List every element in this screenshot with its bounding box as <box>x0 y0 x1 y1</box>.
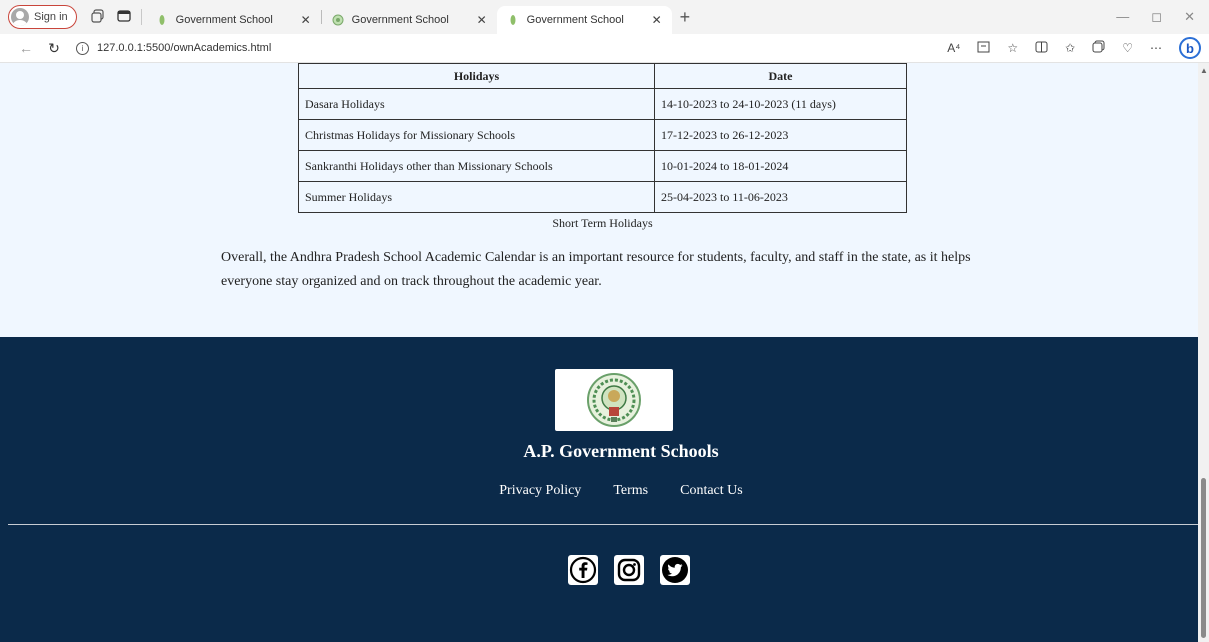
leaf-favicon-icon <box>156 14 168 26</box>
close-icon[interactable]: ✕ <box>652 13 662 27</box>
page-scrollbar[interactable]: ▲ <box>1198 63 1209 642</box>
tab-actions-icon[interactable] <box>111 9 137 25</box>
back-arrow-icon[interactable]: ← <box>12 40 40 56</box>
globe-favicon-icon <box>332 14 344 26</box>
instagram-icon[interactable] <box>614 555 644 585</box>
bing-copilot-icon[interactable]: b <box>1179 37 1201 59</box>
window-controls: — ◻ ✕ <box>1116 9 1209 25</box>
academics-content: Holidays Date Dasara Holidays 14-10-2023… <box>0 63 1198 337</box>
immersive-reader-icon[interactable] <box>977 41 990 56</box>
twitter-icon[interactable] <box>660 555 690 585</box>
scrollbar-thumb[interactable] <box>1201 478 1206 638</box>
holiday-date: 17-12-2023 to 26-12-2023 <box>654 119 907 151</box>
address-bar: ← ↻ i 127.0.0.1:5500/ownAcademics.html A… <box>0 34 1209 63</box>
collections-icon[interactable] <box>1092 40 1105 56</box>
ap-emblem-icon <box>587 373 641 427</box>
footer-links: Privacy Policy Terms Contact Us <box>0 483 1198 499</box>
maximize-icon[interactable]: ◻ <box>1151 9 1162 25</box>
scroll-up-arrow-icon[interactable]: ▲ <box>1200 66 1208 75</box>
table-header-row: Holidays Date <box>298 63 907 89</box>
tab-separator <box>140 9 142 25</box>
refresh-icon[interactable]: ↻ <box>40 40 68 57</box>
workspaces-icon[interactable] <box>85 8 111 26</box>
ap-emblem-logo <box>555 369 673 431</box>
holidays-table: Holidays Date Dasara Holidays 14-10-2023… <box>298 63 907 213</box>
privacy-policy-link[interactable]: Privacy Policy <box>499 483 581 499</box>
url-text[interactable]: 127.0.0.1:5500/ownAcademics.html <box>97 42 271 54</box>
page-viewport: Holidays Date Dasara Holidays 14-10-2023… <box>0 63 1198 642</box>
tab-title: Government School <box>351 14 449 26</box>
holiday-date: 10-01-2024 to 18-01-2024 <box>654 150 907 182</box>
column-header-date: Date <box>654 63 907 89</box>
facebook-icon[interactable] <box>568 555 598 585</box>
footer-org-name: A.P. Government Schools <box>523 441 719 461</box>
holiday-name: Sankranthi Holidays other than Missionar… <box>298 150 655 182</box>
avatar-icon <box>11 8 29 26</box>
contact-us-link[interactable]: Contact Us <box>680 483 743 499</box>
browser-essentials-icon[interactable]: ♡ <box>1122 41 1133 55</box>
address-bar-actions: A⁴ ☆ ✩ ♡ ⋯ b <box>947 37 1209 59</box>
browser-tab-bar: Sign in Government School ✕ Government S… <box>0 0 1209 34</box>
tab-title: Government School <box>526 14 624 26</box>
read-aloud-icon[interactable]: A⁴ <box>947 41 960 55</box>
holiday-name: Christmas Holidays for Missionary School… <box>298 119 655 151</box>
table-row: Sankranthi Holidays other than Missionar… <box>298 150 907 182</box>
new-tab-icon[interactable]: + <box>680 7 691 28</box>
holiday-name: Dasara Holidays <box>298 88 655 120</box>
terms-link[interactable]: Terms <box>613 483 648 499</box>
favorites-list-icon[interactable]: ✩ <box>1065 41 1075 55</box>
table-row: Christmas Holidays for Missionary School… <box>298 119 907 151</box>
table-caption: Short Term Holidays <box>552 216 653 230</box>
summary-paragraph: Overall, the Andhra Pradesh School Acade… <box>221 250 971 289</box>
holiday-name: Summer Holidays <box>298 181 655 213</box>
footer-divider <box>8 524 1198 525</box>
tab-government-school-3[interactable]: Government School ✕ <box>496 6 672 34</box>
close-icon[interactable]: ✕ <box>301 13 311 27</box>
more-options-icon[interactable]: ⋯ <box>1150 41 1162 55</box>
site-footer: A.P. Government Schools Privacy Policy T… <box>0 337 1198 642</box>
holiday-date: 25-04-2023 to 11-06-2023 <box>654 181 907 213</box>
tab-title: Government School <box>175 14 273 26</box>
leaf-favicon-icon <box>507 14 519 26</box>
tab-government-school-1[interactable]: Government School ✕ <box>146 6 321 34</box>
table-row: Dasara Holidays 14-10-2023 to 24-10-2023… <box>298 88 907 120</box>
table-row: Summer Holidays 25-04-2023 to 11-06-2023 <box>298 181 907 213</box>
split-screen-icon[interactable] <box>1035 41 1048 56</box>
tab-government-school-2[interactable]: Government School ✕ <box>322 6 497 34</box>
window-close-icon[interactable]: ✕ <box>1184 9 1195 25</box>
minimize-icon[interactable]: — <box>1116 9 1129 25</box>
favorite-star-icon[interactable]: ☆ <box>1007 41 1018 55</box>
close-icon[interactable]: ✕ <box>477 13 487 27</box>
holiday-date: 14-10-2023 to 24-10-2023 (11 days) <box>654 88 907 120</box>
column-header-holidays: Holidays <box>298 63 655 89</box>
sign-in-label: Sign in <box>34 11 68 23</box>
sign-in-button[interactable]: Sign in <box>8 5 77 29</box>
social-links <box>568 555 690 585</box>
info-icon[interactable]: i <box>76 41 89 55</box>
url-field[interactable]: i 127.0.0.1:5500/ownAcademics.html <box>76 41 271 55</box>
